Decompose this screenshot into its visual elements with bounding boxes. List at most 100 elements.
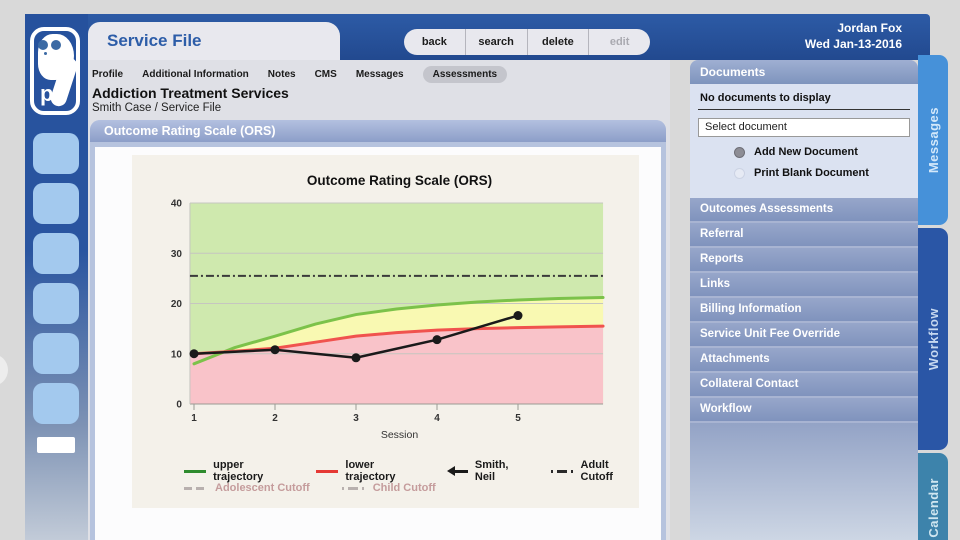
penelope-logo[interactable]: p <box>30 27 80 115</box>
chart-x-axis-label: Session <box>380 429 419 441</box>
legend-label: Smith, Neil <box>474 459 509 483</box>
sidebar-item-links[interactable]: Links <box>690 273 918 296</box>
right-sidebar: Documents No documents to display Select… <box>690 60 918 540</box>
sidebar-item-workflow[interactable]: Workflow <box>690 398 918 421</box>
chart-legend-row-1: upper trajectory lower trajectory Smith, N… <box>184 459 639 483</box>
ors-chart: 0 10 20 30 40 1 2 3 4 5 <box>171 199 605 424</box>
app-window: Service File back search delete edit Jordan… <box>0 0 960 540</box>
svg-text:0: 0 <box>176 400 182 411</box>
sidebar-shortcut-button[interactable] <box>33 283 79 324</box>
edge-tab-messages[interactable]: Messages <box>918 55 948 225</box>
radio-button[interactable] <box>734 167 745 179</box>
owl-eye-icon <box>38 40 48 50</box>
legend-item: Child Cutoff <box>341 482 436 494</box>
user-info: Jordan Fox Wed Jan-13-2016 <box>805 21 902 52</box>
legend-swatch <box>551 469 574 473</box>
page-title-tab[interactable]: Service File <box>88 22 340 60</box>
svg-text:10: 10 <box>171 349 183 360</box>
sidebar-shortcut-button[interactable] <box>33 333 79 374</box>
sidebar-item-referral[interactable]: Referral <box>690 223 918 246</box>
owl-beak-icon <box>44 52 47 55</box>
svg-text:3: 3 <box>353 413 359 424</box>
sidebar-shortcut-button[interactable] <box>33 383 79 424</box>
sidebar-item-service-unit-fee-override[interactable]: Service Unit Fee Override <box>690 323 918 346</box>
user-name: Jordan Fox <box>837 21 902 35</box>
sidebar-shortcut-button[interactable] <box>33 233 79 274</box>
radio-row[interactable]: Print Blank Document <box>734 167 918 179</box>
legend-label: Adolescent Cutoff <box>215 482 310 494</box>
svg-text:40: 40 <box>171 199 183 210</box>
svg-text:30: 30 <box>171 249 183 260</box>
legend-item: Adult Cutoff <box>551 459 639 483</box>
tab-notes[interactable]: Notes <box>268 66 296 83</box>
documents-panel-header: Documents <box>690 60 918 84</box>
edge-tab-workflow[interactable]: Workflow <box>918 228 948 450</box>
svg-text:5: 5 <box>515 413 521 424</box>
legend-item: upper trajectory <box>184 459 290 483</box>
legend-item: Smith, Neil <box>446 459 526 483</box>
svg-text:1: 1 <box>191 413 197 424</box>
edge-tab-label: Workflow <box>925 307 941 371</box>
sidebar-tail <box>690 423 918 540</box>
ors-chart-container: Outcome Rating Scale (ORS) 0 10 20 30 40 1 2 3 4… <box>132 155 639 508</box>
svg-text:20: 20 <box>171 299 183 310</box>
section-tabs: Profile Additional Information Notes CMS Mes… <box>92 66 508 83</box>
sidebar-indicator <box>37 437 75 453</box>
page-title: Addiction Treatment Services <box>92 85 289 101</box>
main-content: Profile Additional Information Notes CMS Mes… <box>88 60 670 540</box>
tab-cms[interactable]: CMS <box>315 66 337 83</box>
svg-text:4: 4 <box>434 413 440 424</box>
top-bar: Service File back search delete edit Jordan… <box>25 14 930 60</box>
legend-swatch <box>316 469 339 473</box>
sidebar-item-reports[interactable]: Reports <box>690 248 918 271</box>
documents-empty-message: No documents to display <box>698 84 910 110</box>
legend-label: Adult Cutoff <box>580 459 613 483</box>
left-sidebar: p <box>25 14 88 540</box>
sidebar-shortcut-button[interactable] <box>33 183 79 224</box>
ors-panel-body: Outcome Rating Scale (ORS) 0 10 20 30 40 1 2 3 4… <box>95 147 661 540</box>
chart-legend-row-2: Adolescent Cutoff Child Cutoff <box>184 482 436 494</box>
back-button[interactable]: back <box>404 29 466 55</box>
sidebar-item-attachments[interactable]: Attachments <box>690 348 918 371</box>
legend-swatch <box>184 486 208 490</box>
logo-dot <box>56 85 60 89</box>
radio-button[interactable] <box>734 146 745 158</box>
tab-profile[interactable]: Profile <box>92 66 123 83</box>
breadcrumb: Smith Case / Service File <box>92 102 222 114</box>
radio-row[interactable]: Add New Document <box>734 146 918 158</box>
legend-swatch <box>341 486 366 490</box>
logo-letter: p <box>40 81 54 106</box>
document-radio-group: Add New Document Print Blank Document <box>690 146 918 179</box>
legend-label: lower trajectory <box>345 459 396 483</box>
sidebar-link-list: Outcomes Assessments Referral Reports Links… <box>690 198 918 423</box>
radio-label: Print Blank Document <box>754 167 869 179</box>
edge-tab-label: Calendar <box>925 478 941 538</box>
svg-text:2: 2 <box>272 413 278 424</box>
sidebar-item-outcomes-assessments[interactable]: Outcomes Assessments <box>690 198 918 221</box>
legend-swatch <box>446 466 468 476</box>
legend-swatch <box>184 469 207 473</box>
legend-label: Child Cutoff <box>372 482 436 494</box>
tab-additional-information[interactable]: Additional Information <box>142 66 249 83</box>
sidebar-shortcut-button[interactable] <box>33 133 79 174</box>
sidebar-item-collateral-contact[interactable]: Collateral Contact <box>690 373 918 396</box>
page-edge-notch <box>0 354 8 386</box>
radio-label: Add New Document <box>754 146 858 158</box>
sidebar-item-billing-information[interactable]: Billing Information <box>690 298 918 321</box>
edit-button: edit <box>609 36 630 48</box>
edge-tab-calendar[interactable]: Calendar <box>918 453 948 540</box>
select-document-dropdown[interactable]: Select document <box>698 118 910 137</box>
ors-panel: Outcome Rating Scale (ORS) Outcome Ratin… <box>90 120 666 540</box>
legend-item: lower trajectory <box>316 459 421 483</box>
tab-messages[interactable]: Messages <box>356 66 404 83</box>
documents-panel-body: No documents to display Select document … <box>690 84 918 198</box>
legend-label: upper trajectory <box>213 459 264 483</box>
toolbar: back search delete edit <box>404 29 650 55</box>
ors-panel-header: Outcome Rating Scale (ORS) <box>90 120 666 142</box>
search-button[interactable]: search <box>466 29 528 55</box>
edge-tab-label: Messages <box>925 106 941 174</box>
delete-button[interactable]: delete <box>528 29 590 55</box>
legend-item: Adolescent Cutoff <box>184 482 310 494</box>
tab-assessments[interactable]: Assessments <box>422 66 508 83</box>
owl-eye-icon <box>51 40 61 50</box>
